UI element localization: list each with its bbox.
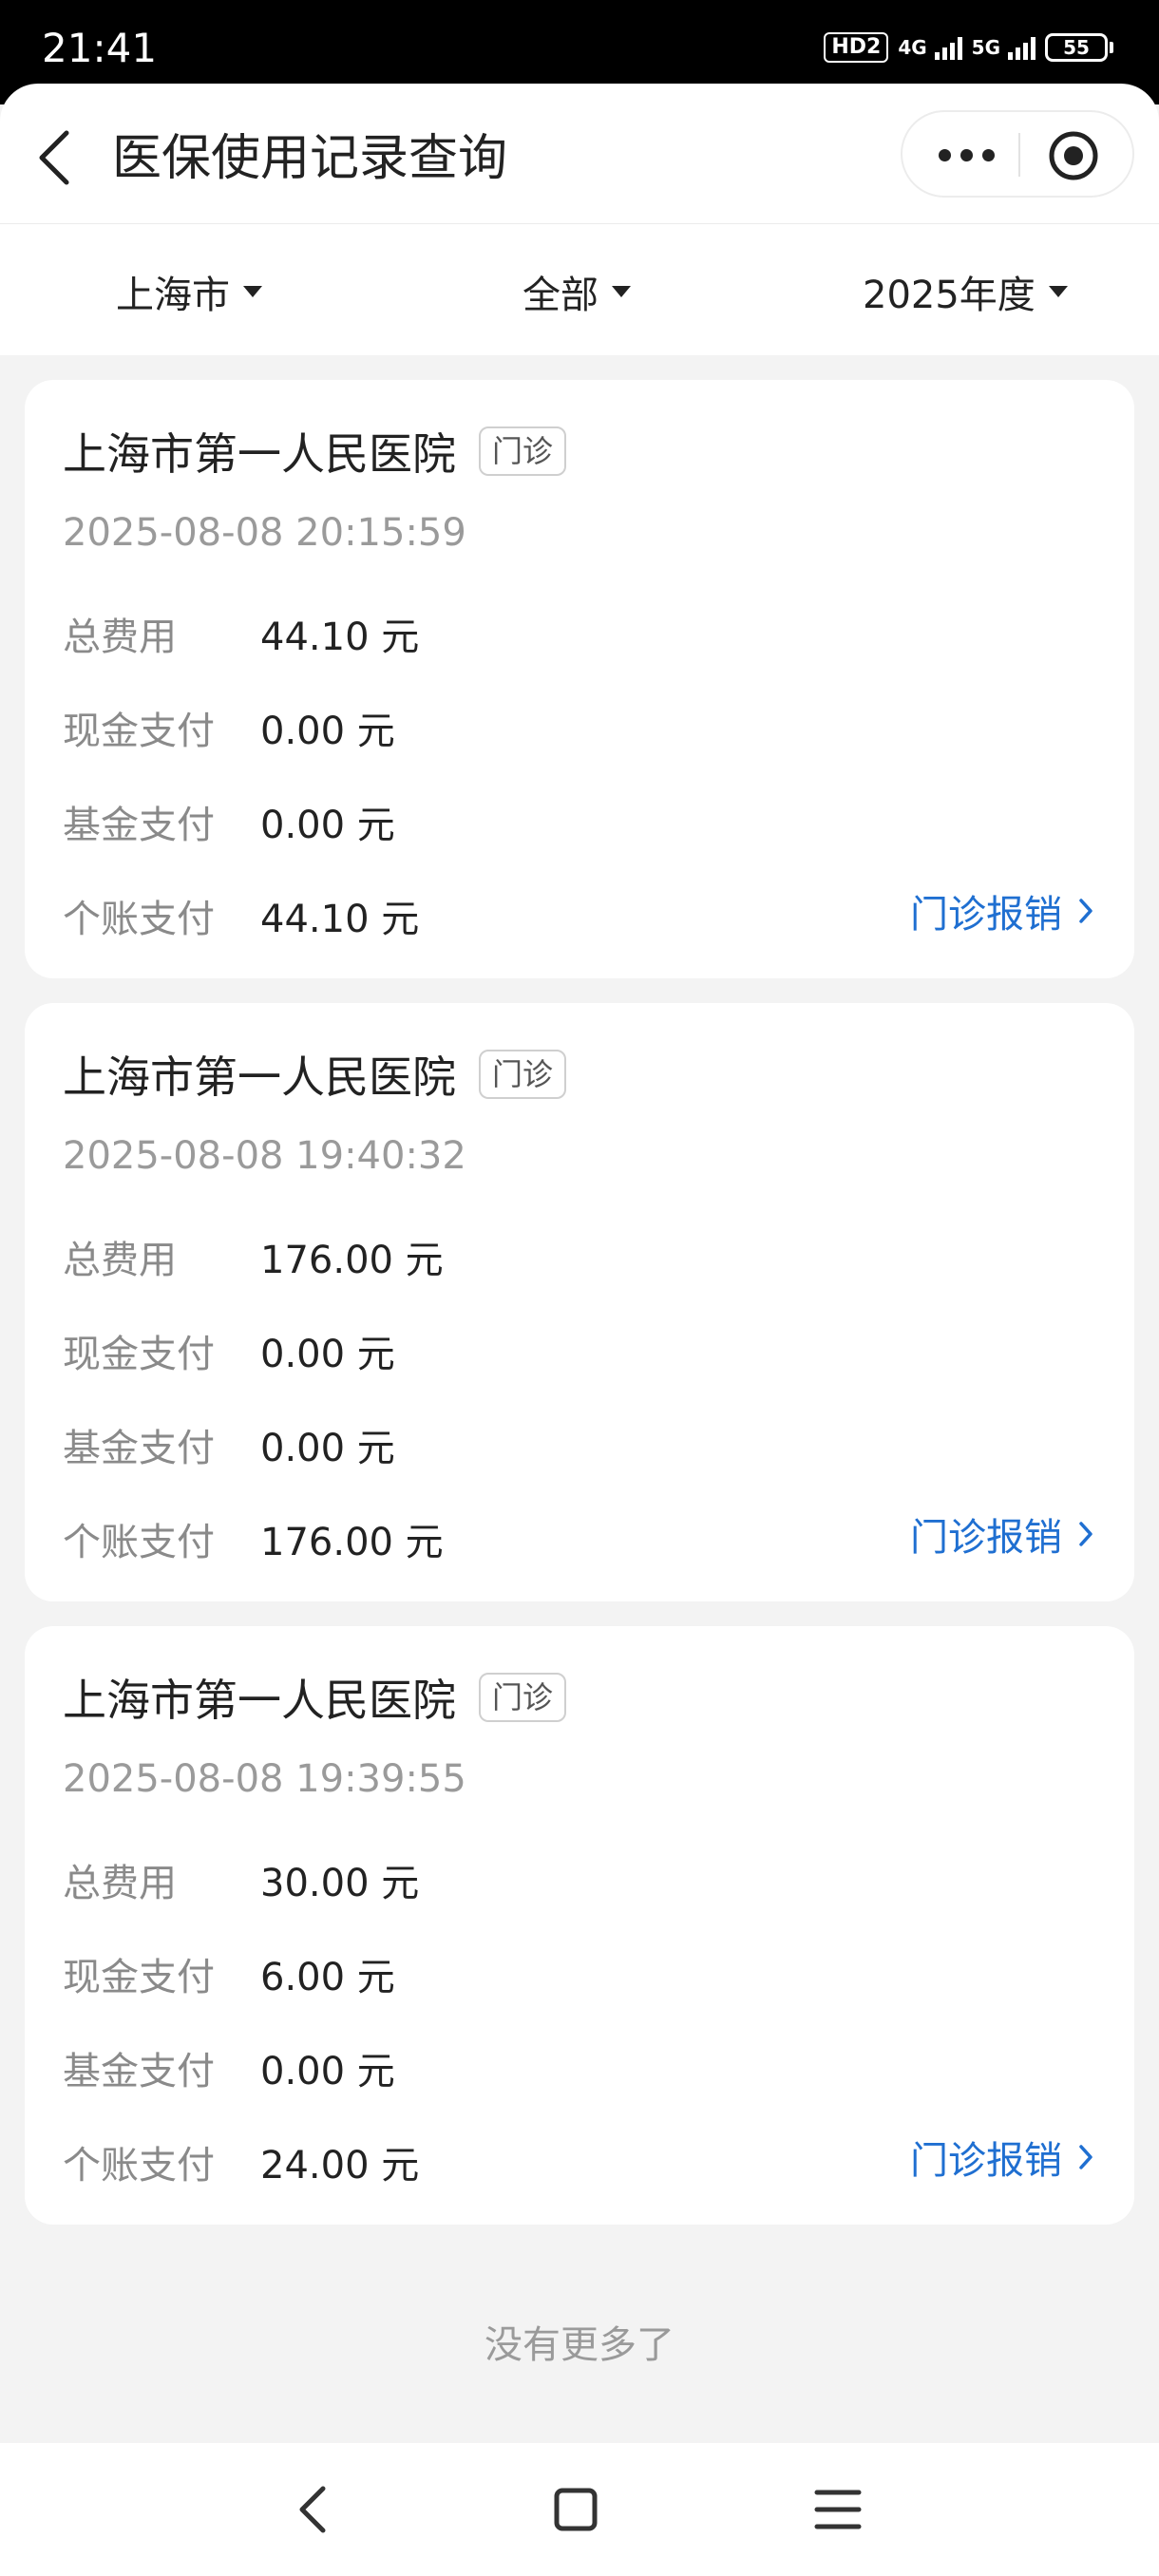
cash-label: 现金支付 xyxy=(63,1333,215,1376)
cash-row: 现金支付 0.00 元 xyxy=(63,1323,395,1378)
no-more-text: 没有更多了 xyxy=(484,2323,674,2367)
personal-label: 个账支付 xyxy=(63,2144,215,2188)
status-indicators: HD2 4G 5G 55 xyxy=(824,32,1113,63)
type-filter[interactable]: 全部 xyxy=(522,264,631,319)
total-value: 176.00 元 xyxy=(260,1239,444,1282)
network-label-1: 4G xyxy=(898,36,927,59)
reimburse-link[interactable]: 门诊报销 xyxy=(910,1506,1096,1562)
fund-value: 0.00 元 xyxy=(260,1427,395,1470)
reimburse-link[interactable]: 门诊报销 xyxy=(910,2130,1096,2185)
visit-datetime: 2025-08-08 19:40:32 xyxy=(63,1134,466,1178)
fund-row: 基金支付 0.00 元 xyxy=(63,794,395,849)
reimburse-label: 门诊报销 xyxy=(910,1516,1062,1560)
year-filter-label: 2025年度 xyxy=(863,274,1036,317)
fund-label: 基金支付 xyxy=(63,2050,215,2093)
cash-value: 0.00 元 xyxy=(260,710,395,753)
signal-icon xyxy=(1008,35,1036,60)
record-card: 上海市第一人民医院 门诊 2025-08-08 20:15:59 总费用 44.… xyxy=(25,380,1134,978)
network-label-2: 5G xyxy=(971,36,1000,59)
page-title: 医保使用记录查询 xyxy=(112,130,508,187)
personal-row: 个账支付 44.10 元 xyxy=(63,888,419,943)
total-row: 总费用 44.10 元 xyxy=(63,606,419,661)
cash-value: 0.00 元 xyxy=(260,1333,395,1376)
cash-label: 现金支付 xyxy=(63,1956,215,1999)
signal-icon xyxy=(934,35,962,60)
type-filter-label: 全部 xyxy=(522,274,598,317)
reimburse-label: 门诊报销 xyxy=(910,893,1062,937)
personal-row: 个账支付 24.00 元 xyxy=(63,2134,419,2189)
city-filter-label: 上海市 xyxy=(116,274,230,317)
system-nav-bar xyxy=(0,2443,1159,2576)
visit-datetime: 2025-08-08 20:15:59 xyxy=(63,511,466,555)
hospital-name: 上海市第一人民医院 xyxy=(63,1675,456,1726)
hd-badge: HD2 xyxy=(824,32,889,63)
record-card: 上海市第一人民医院 门诊 2025-08-08 19:40:32 总费用 176… xyxy=(25,1003,1134,1601)
more-icon[interactable] xyxy=(939,141,998,169)
total-row: 总费用 30.00 元 xyxy=(63,1852,419,1907)
year-filter[interactable]: 2025年度 xyxy=(863,264,1068,319)
personal-value: 44.10 元 xyxy=(260,898,420,941)
cash-value: 6.00 元 xyxy=(260,1956,395,1999)
personal-row: 个账支付 176.00 元 xyxy=(63,1511,444,1566)
fund-label: 基金支付 xyxy=(63,804,215,847)
status-time: 21:41 xyxy=(42,25,158,71)
hospital-name: 上海市第一人民医院 xyxy=(63,428,456,480)
reimburse-link[interactable]: 门诊报销 xyxy=(910,883,1096,938)
battery-level: 55 xyxy=(1045,33,1108,62)
personal-label: 个账支付 xyxy=(63,1521,215,1564)
caret-down-icon xyxy=(612,286,631,297)
personal-label: 个账支付 xyxy=(63,898,215,941)
visit-type-tag: 门诊 xyxy=(479,426,567,476)
total-label: 总费用 xyxy=(63,1239,177,1282)
battery-icon: 55 xyxy=(1045,33,1113,62)
chevron-right-icon xyxy=(1079,1522,1092,1546)
filter-bar: 上海市 全部 2025年度 xyxy=(0,224,1159,355)
total-value: 30.00 元 xyxy=(260,1862,420,1905)
fund-value: 0.00 元 xyxy=(260,804,395,847)
nav-bar: 医保使用记录查询 xyxy=(0,84,1159,224)
fund-label: 基金支付 xyxy=(63,1427,215,1470)
total-value: 44.10 元 xyxy=(260,616,420,659)
nav-back-icon[interactable] xyxy=(285,2481,342,2538)
capsule-divider xyxy=(1018,133,1020,177)
chevron-right-icon xyxy=(1079,2145,1092,2169)
nav-menu-icon[interactable] xyxy=(809,2481,866,2538)
cash-row: 现金支付 0.00 元 xyxy=(63,700,395,755)
fund-row: 基金支付 0.00 元 xyxy=(63,2040,395,2095)
city-filter[interactable]: 上海市 xyxy=(116,264,262,319)
total-row: 总费用 176.00 元 xyxy=(63,1229,444,1284)
nav-home-icon[interactable] xyxy=(547,2481,604,2538)
record-card: 上海市第一人民医院 门诊 2025-08-08 19:39:55 总费用 30.… xyxy=(25,1626,1134,2225)
total-label: 总费用 xyxy=(63,616,177,659)
fund-value: 0.00 元 xyxy=(260,2050,395,2093)
reimburse-label: 门诊报销 xyxy=(910,2139,1062,2183)
caret-down-icon xyxy=(243,286,262,297)
back-icon[interactable] xyxy=(34,129,76,186)
target-icon[interactable] xyxy=(1047,129,1100,182)
chevron-right-icon xyxy=(1079,899,1092,923)
cash-row: 现金支付 6.00 元 xyxy=(63,1946,395,2001)
visit-type-tag: 门诊 xyxy=(479,1673,567,1722)
personal-value: 176.00 元 xyxy=(260,1521,444,1564)
visit-type-tag: 门诊 xyxy=(479,1050,567,1099)
mini-program-capsule xyxy=(901,110,1134,198)
personal-value: 24.00 元 xyxy=(260,2144,420,2188)
total-label: 总费用 xyxy=(63,1862,177,1905)
hospital-name: 上海市第一人民医院 xyxy=(63,1051,456,1103)
cash-label: 现金支付 xyxy=(63,710,215,753)
caret-down-icon xyxy=(1048,286,1068,297)
visit-datetime: 2025-08-08 19:39:55 xyxy=(63,1757,466,1801)
fund-row: 基金支付 0.00 元 xyxy=(63,1417,395,1472)
